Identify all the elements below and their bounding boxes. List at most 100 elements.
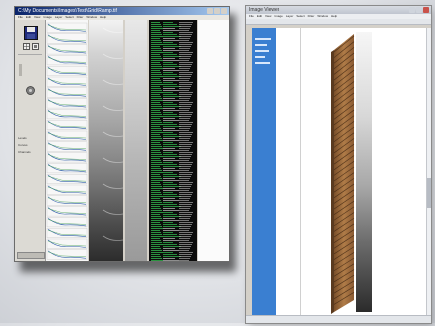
close-icon[interactable] xyxy=(221,8,227,14)
data-line-value xyxy=(179,244,192,245)
left-window-titlebar[interactable]: C:\My Documents\Images\Test\Grid\Ramp.ti… xyxy=(15,7,229,15)
right-window-toolbar xyxy=(246,19,431,25)
data-line-label xyxy=(151,100,163,101)
data-line-label xyxy=(151,228,163,229)
data-line-value xyxy=(179,170,189,171)
minimize-icon[interactable] xyxy=(207,8,213,14)
data-line-value xyxy=(179,80,189,81)
data-line-value xyxy=(163,138,175,139)
data-line-value xyxy=(163,118,175,119)
data-line-value xyxy=(179,208,190,209)
data-line-value xyxy=(163,154,177,155)
maximize-icon[interactable] xyxy=(416,7,422,13)
data-line-label xyxy=(151,144,161,145)
data-line-value xyxy=(179,96,191,97)
curve-line xyxy=(47,218,87,227)
data-line-value xyxy=(163,240,179,241)
curve-line xyxy=(47,228,87,237)
data-line-label xyxy=(151,162,162,163)
option-strip xyxy=(19,64,22,76)
data-line-value xyxy=(163,210,179,211)
data-line-value xyxy=(163,68,175,69)
data-line-value xyxy=(179,172,193,173)
left-window-title: C:\My Documents\Images\Test\Grid\Ramp.ti… xyxy=(18,8,117,14)
right-window-titlebar[interactable]: Image Viewer xyxy=(246,6,431,14)
ramp-step-edge xyxy=(102,209,123,215)
data-line-value xyxy=(163,76,181,77)
side-label-curves[interactable]: Curves xyxy=(18,143,28,147)
data-line-value xyxy=(179,204,192,205)
data-line-label xyxy=(151,80,161,81)
dial-icon[interactable] xyxy=(26,86,35,95)
sidebar-item[interactable] xyxy=(255,50,269,52)
close-icon[interactable] xyxy=(423,7,429,13)
data-line-value xyxy=(163,98,175,99)
data-line-value xyxy=(163,238,175,239)
blank-canvas-area xyxy=(198,20,229,261)
data-line-value xyxy=(179,108,190,109)
vertical-scrollbar[interactable] xyxy=(426,28,431,315)
sidebar-item[interactable] xyxy=(255,62,270,64)
side-label-levels[interactable]: Levels xyxy=(18,136,27,140)
data-line-value xyxy=(163,198,175,199)
curve-graphs xyxy=(46,22,88,260)
data-line-value xyxy=(179,32,193,33)
data-line-value xyxy=(163,50,179,51)
data-line-label xyxy=(151,206,160,207)
side-label-channels[interactable]: Channels xyxy=(18,150,31,154)
data-line-label xyxy=(151,32,161,33)
data-line-label xyxy=(151,238,160,239)
data-line-value xyxy=(179,54,192,55)
save-icon[interactable] xyxy=(24,26,38,40)
data-line-value xyxy=(163,80,179,81)
data-line-value xyxy=(163,92,173,93)
data-line-label xyxy=(151,154,162,155)
data-line-label xyxy=(151,86,160,87)
data-line-value xyxy=(179,126,191,127)
data-line-value xyxy=(179,240,189,241)
data-line-value xyxy=(163,32,173,33)
data-line-value xyxy=(163,256,181,257)
data-line-value xyxy=(163,128,175,129)
data-line-label xyxy=(151,62,160,63)
data-line-value xyxy=(163,236,181,237)
sidebar-item[interactable] xyxy=(255,44,267,46)
data-line-value xyxy=(179,218,190,219)
data-line-value xyxy=(179,210,189,211)
data-line-value xyxy=(179,142,193,143)
maximize-icon[interactable] xyxy=(214,8,220,14)
data-line-label xyxy=(151,226,162,227)
data-line-value xyxy=(163,140,179,141)
curve-line xyxy=(47,196,87,205)
sidebar-item[interactable] xyxy=(255,38,271,40)
data-line-value xyxy=(179,36,191,37)
data-line-value xyxy=(163,206,181,207)
data-line-value xyxy=(163,78,175,79)
data-line-label xyxy=(151,72,161,73)
data-line-label xyxy=(151,180,163,181)
data-line-label xyxy=(151,244,163,245)
data-line-value xyxy=(163,200,179,201)
curve-line xyxy=(47,153,87,162)
sidebar-item[interactable] xyxy=(255,56,265,58)
data-line-value xyxy=(163,82,173,83)
frame-view-icon[interactable] xyxy=(32,43,39,50)
data-line-label xyxy=(151,194,162,195)
curve-line xyxy=(47,110,87,119)
data-line-value xyxy=(179,248,190,249)
data-line-label xyxy=(151,92,163,93)
data-line-label xyxy=(151,34,162,35)
scrollbar-thumb[interactable] xyxy=(427,178,431,208)
data-line-value xyxy=(179,166,191,167)
data-line-value xyxy=(163,250,179,251)
data-line-value xyxy=(163,116,181,117)
curve-line-secondary xyxy=(47,197,87,203)
data-line-value xyxy=(179,88,190,89)
data-line-value xyxy=(163,56,181,57)
minimize-icon[interactable] xyxy=(409,7,415,13)
grid-view-icon[interactable] xyxy=(23,43,30,50)
data-line-value xyxy=(163,126,181,127)
data-line-label xyxy=(151,240,161,241)
data-line-value xyxy=(179,46,191,47)
data-line-label xyxy=(151,68,163,69)
